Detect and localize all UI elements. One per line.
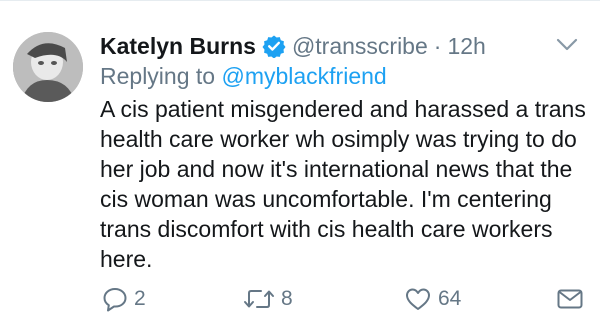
like-count: 64 (438, 287, 462, 310)
tweet-header: Katelyn Burns @transscribe · 12h (100, 30, 486, 62)
replying-to-prefix: Replying to (100, 63, 216, 89)
envelope-icon (556, 287, 584, 311)
replying-to-link[interactable]: @myblackfriend (221, 63, 386, 89)
direct-message-button[interactable] (556, 284, 584, 314)
author-handle[interactable]: @transscribe (292, 33, 428, 60)
reply-bubble-icon (102, 286, 128, 312)
retweet-icon (243, 286, 275, 312)
replying-to-line: Replying to @myblackfriend (100, 63, 387, 90)
tweet-card[interactable]: Katelyn Burns @transscribe · 12h Replyin… (0, 0, 600, 323)
avatar-photo (13, 32, 83, 102)
tweet-text: A cis patient misgendered and harassed a… (100, 96, 586, 272)
like-button[interactable]: 64 (404, 284, 461, 314)
tweet-actions: 2 8 64 (0, 284, 600, 314)
reply-button[interactable]: 2 (102, 284, 146, 314)
heart-icon (404, 286, 432, 312)
tweet-timestamp[interactable]: 12h (447, 33, 485, 60)
divider (0, 0, 600, 1)
retweet-button[interactable]: 8 (243, 284, 293, 314)
avatar[interactable] (13, 32, 83, 102)
retweet-count: 8 (281, 287, 293, 310)
author-name[interactable]: Katelyn Burns (100, 33, 256, 60)
chevron-down-icon[interactable] (556, 38, 578, 52)
header-separator: · (433, 32, 442, 59)
reply-count: 2 (134, 287, 146, 310)
verified-badge-icon (262, 34, 286, 59)
